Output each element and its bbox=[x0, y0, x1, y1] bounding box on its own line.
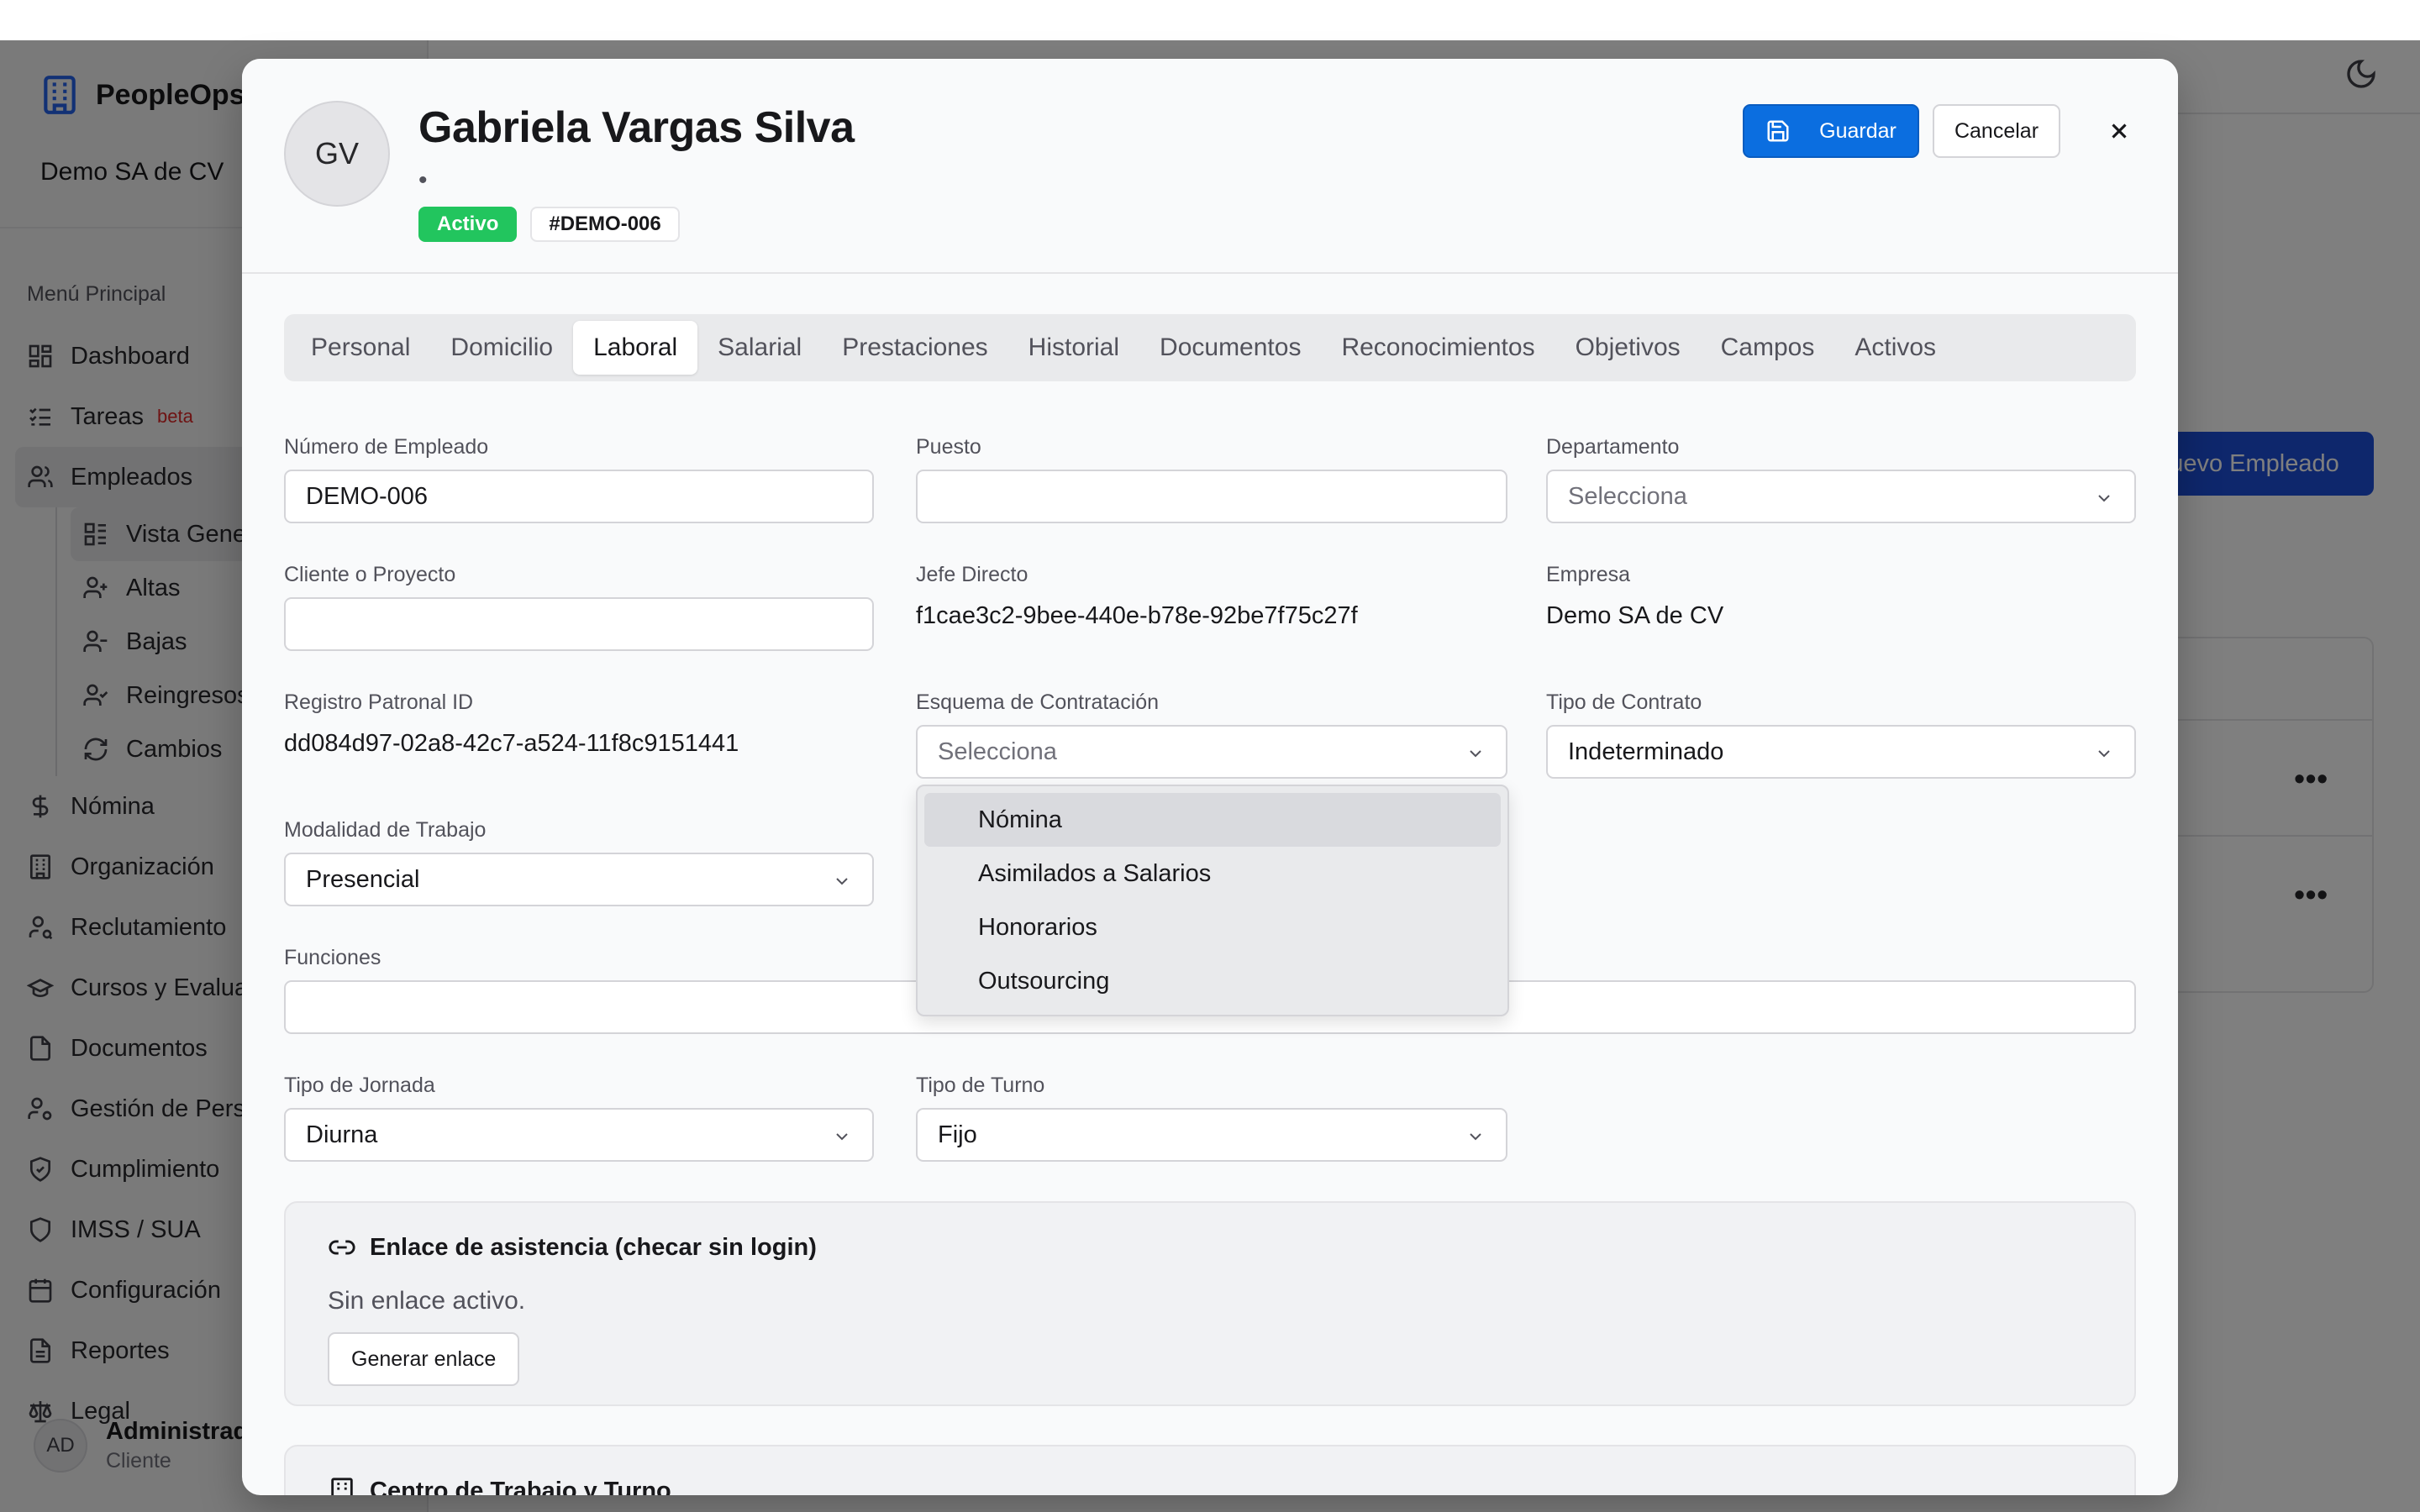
hiring-scheme-dropdown: Nómina Asimilados a Salarios Honorarios … bbox=[916, 785, 1509, 1016]
dropdown-option-honorarios[interactable]: Honorarios bbox=[924, 900, 1501, 954]
tab-reconocimientos[interactable]: Reconocimientos bbox=[1321, 321, 1555, 375]
tab-laboral[interactable]: Laboral bbox=[573, 321, 698, 375]
hiring-scheme-select[interactable]: Selecciona bbox=[916, 725, 1507, 779]
tab-campos[interactable]: Campos bbox=[1701, 321, 1835, 375]
dropdown-option-nomina[interactable]: Nómina bbox=[924, 793, 1501, 847]
field-label: Departamento bbox=[1546, 435, 1680, 459]
dropdown-option-asimilados[interactable]: Asimilados a Salarios bbox=[924, 847, 1501, 900]
hiring-scheme-field: Esquema de Contratación Selecciona bbox=[916, 690, 1507, 779]
field-label: Registro Patronal ID bbox=[284, 690, 474, 714]
employee-number-field: Número de Empleado DEMO-006 bbox=[284, 435, 874, 523]
select-placeholder: Selecciona bbox=[1568, 482, 1687, 510]
field-label: Modalidad de Trabajo bbox=[284, 818, 487, 842]
employee-modal: GV Gabriela Vargas Silva • Activo #DEMO-… bbox=[242, 59, 2178, 1495]
field-label: Esquema de Contratación bbox=[916, 690, 1160, 714]
position-field: Puesto bbox=[916, 435, 1507, 523]
modal-tabs: Personal Domicilio Laboral Salarial Pres… bbox=[284, 314, 2136, 381]
position-input[interactable] bbox=[916, 470, 1507, 523]
tab-documentos[interactable]: Documentos bbox=[1139, 321, 1321, 375]
employee-subtitle: • bbox=[418, 166, 428, 194]
employer-registry-value: dd084d97-02a8-42c7-a524-11f8c9151441 bbox=[284, 730, 739, 757]
save-icon bbox=[1767, 120, 1789, 142]
tab-domicilio[interactable]: Domicilio bbox=[430, 321, 573, 375]
shift-type-field: Tipo de Turno Fijo bbox=[916, 1074, 1507, 1162]
generate-link-button[interactable]: Generar enlace bbox=[328, 1332, 520, 1386]
work-mode-field: Modalidad de Trabajo Presencial bbox=[284, 818, 874, 906]
chevron-down-icon bbox=[1470, 750, 1481, 758]
department-select[interactable]: Selecciona bbox=[1546, 470, 2136, 523]
work-mode-select[interactable]: Presencial bbox=[284, 853, 874, 906]
client-project-input[interactable] bbox=[284, 597, 874, 651]
direct-manager-value: f1cae3c2-9bee-440e-b78e-92be7f75c27f bbox=[916, 602, 1358, 629]
field-label: Tipo de Jornada bbox=[284, 1074, 435, 1097]
card-title-text: Centro de Trabajo y Turno bbox=[370, 1477, 671, 1496]
save-button[interactable]: Guardar bbox=[1743, 104, 1919, 158]
shift-type-select[interactable]: Fijo bbox=[916, 1108, 1507, 1162]
field-label: Puesto bbox=[916, 435, 981, 459]
field-label: Número de Empleado bbox=[284, 435, 489, 459]
building-icon bbox=[331, 1478, 353, 1495]
employee-avatar: GV bbox=[284, 101, 390, 207]
employer-registry-field: Registro Patronal ID dd084d97-02a8-42c7-… bbox=[284, 690, 874, 758]
contract-type-select[interactable]: Indeterminado bbox=[1546, 725, 2136, 779]
close-icon bbox=[2112, 123, 2127, 139]
save-label: Guardar bbox=[1819, 118, 1897, 143]
workday-type-select[interactable]: Diurna bbox=[284, 1108, 874, 1162]
workcenter-card: Centro de Trabajo y Turno bbox=[284, 1445, 2136, 1495]
badges: Activo #DEMO-006 bbox=[418, 207, 680, 242]
field-label: Jefe Directo bbox=[916, 563, 1028, 586]
field-label: Cliente o Proyecto bbox=[284, 563, 456, 586]
select-value: Indeterminado bbox=[1568, 738, 1724, 765]
contract-type-field: Tipo de Contrato Indeterminado bbox=[1546, 690, 2136, 779]
no-active-link-text: Sin enlace activo. bbox=[328, 1287, 526, 1315]
chevron-down-icon bbox=[1470, 1133, 1481, 1141]
link-icon bbox=[329, 1240, 355, 1255]
client-project-field: Cliente o Proyecto bbox=[284, 563, 874, 651]
tab-activos[interactable]: Activos bbox=[1834, 321, 1956, 375]
employee-name: Gabriela Vargas Silva bbox=[418, 103, 855, 152]
card-title-text: Enlace de asistencia (checar sin login) bbox=[370, 1233, 817, 1261]
tab-salarial[interactable]: Salarial bbox=[697, 321, 822, 375]
chevron-down-icon bbox=[2098, 495, 2110, 502]
tab-prestaciones[interactable]: Prestaciones bbox=[822, 321, 1007, 375]
status-badge: Activo bbox=[418, 207, 518, 242]
field-label: Empresa bbox=[1546, 563, 1631, 586]
field-label: Tipo de Contrato bbox=[1546, 690, 1702, 714]
chevron-down-icon bbox=[2098, 750, 2110, 758]
card-title: Centro de Trabajo y Turno bbox=[328, 1477, 671, 1495]
tab-objetivos[interactable]: Objetivos bbox=[1555, 321, 1701, 375]
workday-type-field: Tipo de Jornada Diurna bbox=[284, 1074, 874, 1162]
employee-id-badge: #DEMO-006 bbox=[530, 207, 680, 242]
close-button[interactable] bbox=[2104, 116, 2134, 146]
tab-historial[interactable]: Historial bbox=[1008, 321, 1139, 375]
company-value: Demo SA de CV bbox=[1546, 602, 1724, 629]
chevron-down-icon bbox=[836, 878, 848, 885]
select-value: Presencial bbox=[306, 865, 420, 893]
card-title: Enlace de asistencia (checar sin login) bbox=[328, 1233, 817, 1262]
field-label: Tipo de Turno bbox=[916, 1074, 1045, 1097]
modal-header: GV Gabriela Vargas Silva • Activo #DEMO-… bbox=[242, 59, 2178, 274]
company-field: Empresa Demo SA de CV bbox=[1546, 563, 2136, 630]
direct-manager-field: Jefe Directo f1cae3c2-9bee-440e-b78e-92b… bbox=[916, 563, 1507, 630]
select-value: Diurna bbox=[306, 1121, 378, 1148]
department-field: Departamento Selecciona bbox=[1546, 435, 2136, 523]
tab-personal[interactable]: Personal bbox=[291, 321, 430, 375]
dropdown-option-outsourcing[interactable]: Outsourcing bbox=[924, 954, 1501, 1008]
employee-number-input[interactable]: DEMO-006 bbox=[284, 470, 874, 523]
select-placeholder: Selecciona bbox=[938, 738, 1057, 765]
chevron-down-icon bbox=[836, 1133, 848, 1141]
select-value: Fijo bbox=[938, 1121, 977, 1148]
top-strip bbox=[0, 0, 2420, 40]
attendance-link-card: Enlace de asistencia (checar sin login) … bbox=[284, 1201, 2136, 1406]
cancel-button[interactable]: Cancelar bbox=[1933, 104, 2060, 158]
